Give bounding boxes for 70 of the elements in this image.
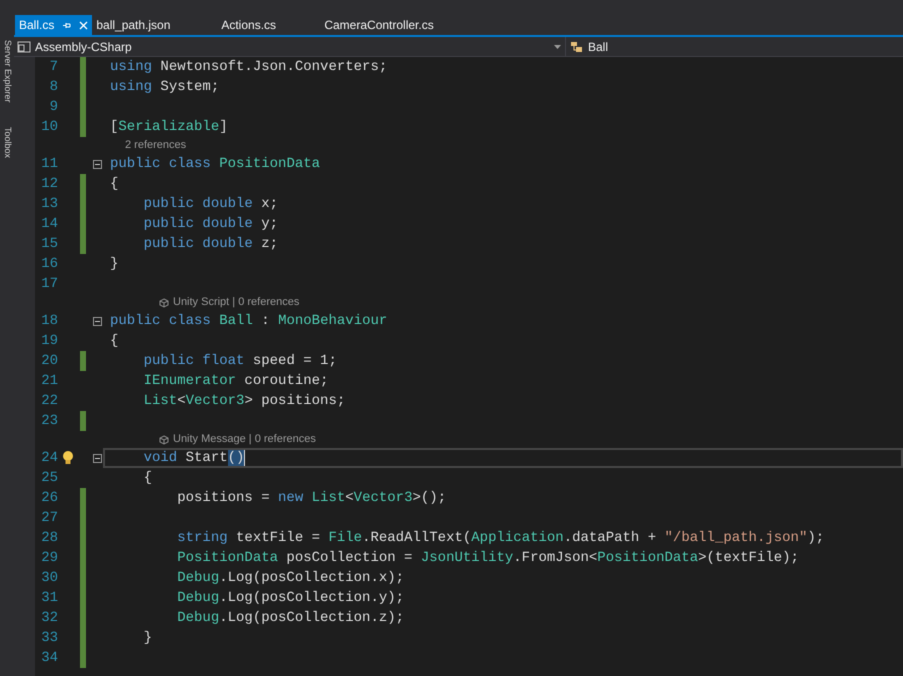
code-line: PositionData posCollection = JsonUtility.FromJson<PositionData>(textFile); [176, 549, 799, 568]
line-number: 7 [50, 58, 58, 76]
caret-icon [554, 44, 561, 48]
code-line: public class Ball : MonoBehaviour [109, 312, 388, 331]
line-number: 14 [41, 215, 58, 233]
line-number: 32 [41, 609, 58, 627]
code-line: } [109, 255, 118, 274]
lightbulb-icon[interactable] [62, 450, 74, 466]
line-number: 8 [50, 78, 58, 96]
line-number: 12 [41, 175, 58, 193]
code-line: using System; [109, 78, 220, 97]
side-panel-tab[interactable]: Server Explorer [0, 40, 14, 103]
class-icon [570, 40, 584, 52]
code-line: public class PositionData [109, 155, 320, 174]
file-tab[interactable]: Actions.cs [217, 15, 320, 35]
line-number: 31 [41, 589, 58, 607]
code-line: { [109, 332, 118, 351]
line-number: 26 [41, 489, 58, 507]
file-tab[interactable]: ball_path.json [92, 15, 218, 35]
code-line: [Serializable] [109, 118, 228, 137]
collapse-toggle[interactable] [92, 454, 102, 462]
code-line: Debug.Log(posCollection.z); [176, 609, 404, 628]
line-number: 33 [41, 629, 58, 647]
code-line: using Newtonsoft.Json.Converters; [109, 58, 388, 77]
project-dropdown[interactable]: Assembly-CSharp [14, 37, 566, 56]
pin-icon[interactable] [62, 20, 72, 30]
line-number: 19 [41, 332, 58, 350]
line-number: 30 [41, 569, 58, 587]
line-number: 10 [41, 118, 58, 136]
line-number: 18 [41, 312, 58, 330]
line-number: 21 [41, 372, 58, 390]
line-number: 24 [41, 449, 58, 467]
collapse-toggle[interactable] [92, 160, 102, 168]
line-number: 34 [41, 649, 58, 667]
file-tab[interactable]: CameraController.cs [320, 15, 438, 35]
code-line: } [142, 629, 152, 648]
line-number: 16 [41, 255, 58, 273]
project-icon [17, 40, 31, 52]
code-line: { [109, 175, 118, 194]
code-line: positions = new List<Vector3>(); [176, 489, 446, 508]
line-number: 28 [41, 529, 58, 547]
code-line: string textFile = File.ReadAllText(Application.dataPath + "/ball_path.json"); [176, 529, 824, 548]
collapse-toggle[interactable] [92, 316, 102, 326]
code-lens[interactable]: 2 references [125, 137, 186, 154]
line-number: 15 [41, 235, 58, 253]
code-line: IEnumerator coroutine; [142, 372, 328, 391]
code-lens[interactable]: Unity Message | 0 references [173, 431, 316, 448]
line-number: 17 [41, 275, 58, 293]
code-line: public double z; [142, 235, 278, 254]
line-number: 13 [41, 195, 58, 213]
code-lens[interactable]: Unity Script | 0 references [173, 294, 300, 311]
line-number: 20 [41, 352, 58, 370]
file-tab[interactable]: Ball.cs [15, 15, 92, 35]
close-icon[interactable] [79, 20, 88, 30]
member-dropdown[interactable]: Ball [566, 37, 903, 56]
line-number: 25 [41, 469, 58, 487]
line-number: 9 [50, 98, 58, 116]
code-line: public double y; [142, 215, 278, 234]
code-line: List<Vector3> positions; [142, 392, 346, 411]
code-line: public float speed = 1; [142, 352, 337, 371]
line-number: 11 [41, 155, 58, 173]
code-line: Debug.Log(posCollection.x); [176, 569, 404, 588]
side-panel-tab[interactable]: Toolbox [0, 126, 14, 158]
line-number: 22 [41, 392, 58, 410]
code-line: public double x; [142, 195, 278, 214]
code-line: { [142, 469, 152, 488]
code-line: Debug.Log(posCollection.y); [176, 589, 404, 608]
line-number: 23 [41, 412, 58, 430]
line-number: 29 [41, 549, 58, 567]
line-number: 27 [41, 509, 58, 527]
